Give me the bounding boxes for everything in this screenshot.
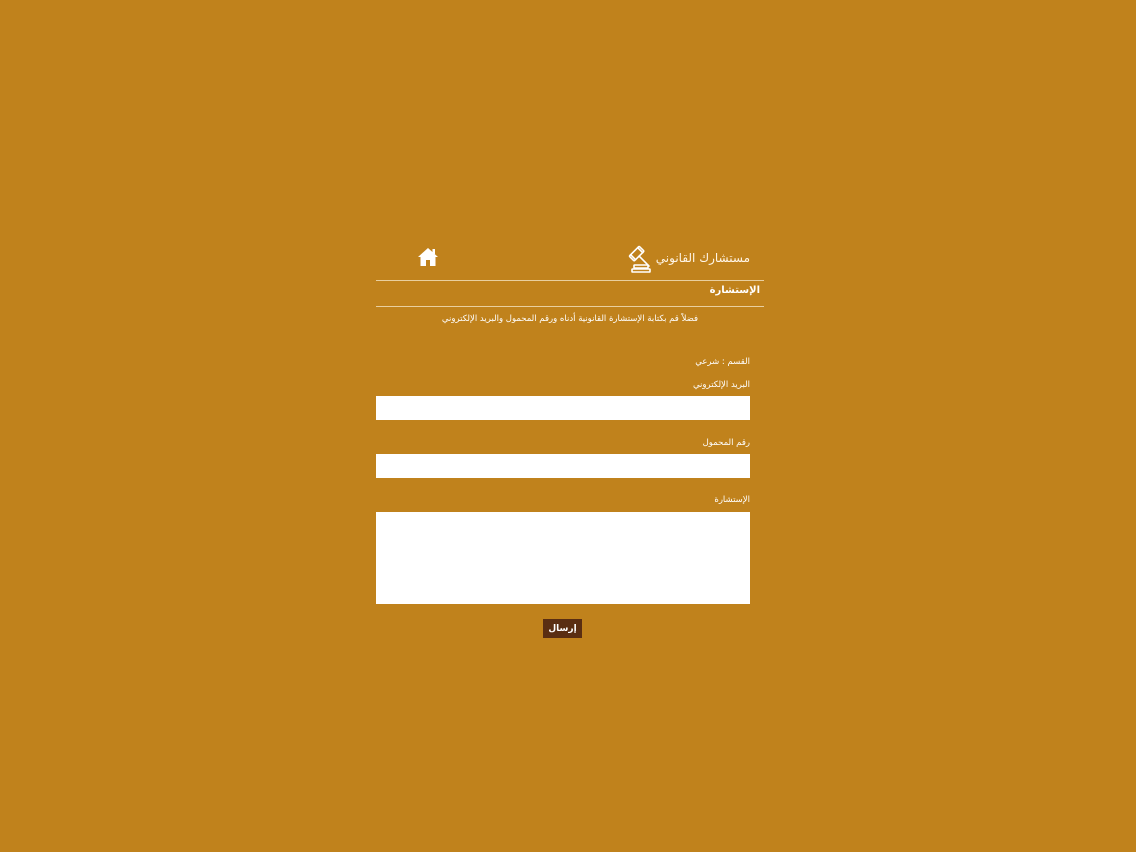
title-divider [376,306,764,307]
mobile-field[interactable] [376,454,750,478]
consultation-panel: مستشارك القانوني الإستشارة فضلاً قم بكتا… [376,240,764,650]
email-label: البريد الإلكتروني [692,380,750,390]
section-title: الإستشارة [709,285,760,296]
mobile-label: رقم المحمول [702,438,750,448]
consultation-label: الإستشارة [714,495,750,505]
gavel-icon [628,245,651,273]
send-button[interactable]: إرسال [543,619,582,638]
email-field[interactable] [376,396,750,420]
home-icon[interactable] [417,247,439,267]
brand-title: مستشارك القانوني [655,251,750,265]
brand[interactable]: مستشارك القانوني [620,242,750,274]
consultation-textarea[interactable] [376,512,750,604]
header: مستشارك القانوني [376,240,764,280]
department-label: القسم : شرعي [695,357,750,367]
intro-text: فضلاً قم بكتابة الإستشارة القانونية أدنا… [441,314,699,324]
header-divider [376,280,764,281]
